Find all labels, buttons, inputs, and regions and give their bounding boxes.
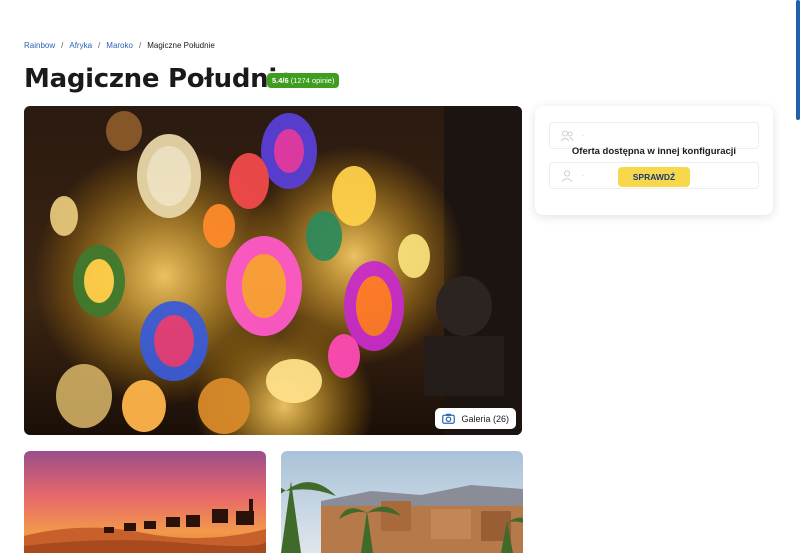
gallery-thumbnail-desert[interactable] xyxy=(24,451,266,553)
breadcrumb-link-rainbow[interactable]: Rainbow xyxy=(24,41,55,50)
traveler-value: - xyxy=(582,171,585,180)
gallery-button[interactable]: Galeria (26) xyxy=(435,408,516,429)
check-button[interactable]: SPRAWDŹ xyxy=(618,167,690,187)
participants-field[interactable]: - xyxy=(549,122,759,149)
breadcrumb-separator: / xyxy=(98,41,101,50)
breadcrumb-link-afryka[interactable]: Afryka xyxy=(69,41,92,50)
kasbah-palms-photo xyxy=(281,451,523,553)
participants-value: - xyxy=(582,131,585,140)
lanterns-photo xyxy=(24,106,522,435)
breadcrumb-link-maroko[interactable]: Maroko xyxy=(106,41,133,50)
offer-message: Oferta dostępna w innej konfiguracji xyxy=(571,146,737,157)
offer-availability-card: - - Oferta dostępna w innej konfiguracji… xyxy=(535,106,773,215)
page-title: Magiczne Południe xyxy=(24,64,295,94)
breadcrumb-separator: / xyxy=(61,41,64,50)
camera-icon xyxy=(442,413,456,424)
breadcrumb: Rainbow / Afryka / Maroko / Magiczne Poł… xyxy=(24,41,215,50)
rating-badge[interactable]: 5.4/6 (1274 opinie) xyxy=(267,73,340,88)
gallery-label: Galeria (26) xyxy=(461,413,509,424)
hero-image[interactable]: Galeria (26) xyxy=(24,106,522,435)
rating-score: 5.4/6 xyxy=(272,76,289,85)
people-icon xyxy=(560,130,574,141)
rating-count: (1274 opinie) xyxy=(290,76,335,85)
person-icon xyxy=(561,169,573,182)
gallery-thumbnail-kasbah[interactable] xyxy=(281,451,523,553)
breadcrumb-separator: / xyxy=(138,41,142,50)
desert-camels-photo xyxy=(24,451,266,553)
page-scrollbar[interactable] xyxy=(796,0,800,120)
breadcrumb-current: Magiczne Południe xyxy=(147,41,215,50)
